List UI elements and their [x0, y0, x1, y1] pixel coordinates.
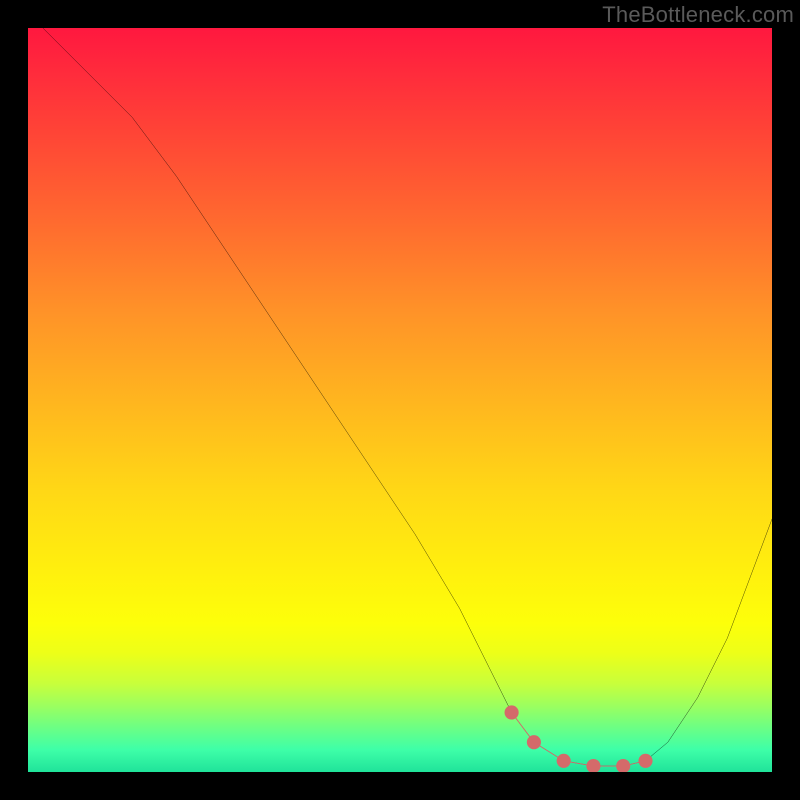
optimal-range-path — [512, 712, 646, 766]
bottleneck-curve-path — [43, 28, 772, 766]
watermark-label: TheBottleneck.com — [602, 2, 794, 28]
optimal-point-marker — [616, 759, 630, 772]
plot-area — [28, 28, 772, 772]
chart-svg — [28, 28, 772, 772]
chart-canvas: TheBottleneck.com — [0, 0, 800, 800]
optimal-range-markers — [505, 705, 653, 772]
